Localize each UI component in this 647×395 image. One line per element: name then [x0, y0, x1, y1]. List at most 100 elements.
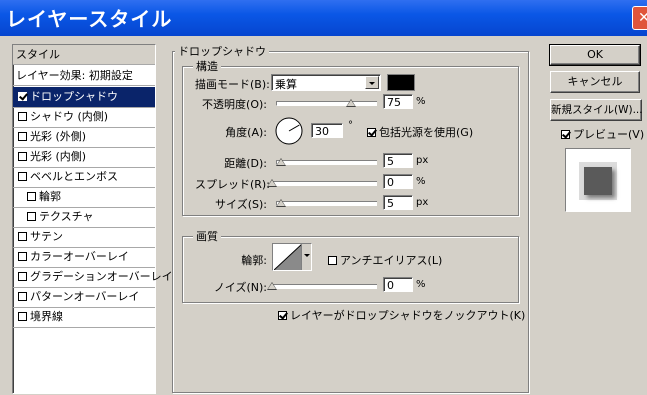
drop-shadow-title: ドロップシャドウ [175, 43, 269, 59]
style-item-checkbox[interactable] [18, 251, 27, 261]
noise-input[interactable]: 0 [383, 277, 413, 292]
style-list: スタイル レイヤー効果: 初期設定 ドロップシャドウ シャドウ (内側) 光彩 (外… [12, 44, 173, 394]
style-list-header: スタイル [13, 45, 155, 65]
style-item-label: シャドウ (内側) [30, 110, 109, 123]
angle-dial-icon [275, 117, 303, 145]
size-slider[interactable] [276, 201, 377, 206]
style-item-checkbox[interactable] [18, 111, 27, 121]
close-icon: ✕ [638, 10, 647, 26]
preview-swatch [584, 167, 612, 195]
style-item[interactable]: テクスチャ [13, 207, 155, 228]
style-item[interactable]: 輪郭 [13, 187, 155, 208]
style-item[interactable]: シャドウ (内側) [13, 107, 155, 128]
spread-input[interactable]: 0 [383, 174, 413, 189]
style-item-label: 境界線 [30, 310, 63, 323]
style-item-label: 輪郭 [39, 190, 61, 203]
style-item-label: カラーオーバーレイ [30, 250, 129, 263]
style-item-label: 光彩 (外側) [30, 130, 87, 143]
style-item-checkbox[interactable] [18, 171, 27, 181]
distance-slider[interactable] [276, 160, 377, 165]
new-style-button[interactable]: 新規スタイル(W)... [550, 99, 643, 121]
style-item[interactable]: 光彩 (外側) [13, 127, 155, 148]
style-item[interactable]: 光彩 (内側) [13, 147, 155, 168]
style-item[interactable]: ベベルとエンボス [13, 167, 155, 188]
noise-slider-handle[interactable] [267, 282, 277, 290]
quality-title: 画質 [193, 228, 221, 244]
style-item[interactable]: パターンオーバーレイ [13, 287, 155, 308]
style-item-label: サテン [30, 230, 63, 243]
style-item-checkbox[interactable] [18, 311, 27, 321]
style-item[interactable]: サテン [13, 227, 155, 248]
style-item-checkbox[interactable] [27, 191, 36, 201]
contour-linear-icon [274, 244, 302, 270]
knockout-check-icon[interactable] [278, 310, 287, 320]
spread-label: スプレッド(R): [195, 178, 270, 191]
chevron-down-icon[interactable] [301, 244, 311, 270]
style-item[interactable]: 境界線 [13, 307, 155, 328]
preview-checkbox[interactable]: プレビュー(V) [561, 126, 644, 142]
style-item-label: グラデーションオーバーレイ [30, 270, 173, 283]
style-item-checkbox[interactable] [18, 131, 27, 141]
size-label: サイズ(S): [215, 198, 267, 211]
preview-label: プレビュー(V) [573, 128, 645, 141]
style-item[interactable]: グラデーションオーバーレイ [13, 267, 173, 288]
blend-mode-value: 乗算 [275, 78, 297, 91]
size-input[interactable]: 5 [383, 195, 413, 210]
size-unit: px [416, 197, 429, 208]
style-item-checkbox[interactable] [18, 271, 27, 281]
style-item-checkbox[interactable] [18, 231, 27, 241]
opacity-unit: % [416, 96, 426, 107]
opacity-label: 不透明度(O): [202, 98, 267, 111]
style-item-label: 光彩 (内側) [30, 150, 87, 163]
title-bar: レイヤースタイル ✕ [0, 0, 647, 36]
global-light-checkbox[interactable]: 包括光源を使用(G) [367, 124, 473, 140]
angle-input[interactable]: 30 [311, 123, 343, 138]
antialias-check-icon[interactable] [328, 255, 337, 265]
blend-mode-select[interactable]: 乗算 [271, 74, 381, 91]
global-light-check-icon[interactable] [367, 127, 376, 137]
style-item-label: ドロップシャドウ [30, 90, 118, 103]
cancel-button[interactable]: キャンセル [550, 71, 640, 93]
spread-slider[interactable] [272, 181, 377, 186]
spread-slider-handle[interactable] [267, 179, 277, 187]
close-button[interactable]: ✕ [632, 6, 647, 30]
style-item-checkbox[interactable] [18, 291, 27, 301]
distance-unit: px [416, 155, 429, 166]
preview-check-icon[interactable] [561, 129, 570, 139]
knockout-label: レイヤーがドロップシャドウをノックアウト(K) [290, 309, 526, 322]
style-item-blend-options[interactable]: レイヤー効果: 初期設定 [13, 66, 155, 86]
style-item-checkbox[interactable] [18, 91, 27, 101]
size-slider-handle[interactable] [276, 199, 286, 207]
blend-mode-label: 描画モード(B): [195, 78, 270, 91]
style-item-checkbox[interactable] [27, 211, 36, 221]
distance-input[interactable]: 5 [383, 153, 413, 168]
chevron-down-icon[interactable] [365, 76, 379, 89]
shadow-color-swatch[interactable] [387, 74, 415, 91]
contour-picker[interactable] [272, 243, 312, 271]
distance-label: 距離(D): [224, 157, 267, 170]
style-preview [565, 148, 631, 212]
knockout-checkbox[interactable]: レイヤーがドロップシャドウをノックアウト(K) [278, 307, 525, 323]
style-item[interactable]: ドロップシャドウ [13, 87, 155, 108]
window-title: レイヤースタイル [6, 7, 173, 31]
style-item-label: ベベルとエンボス [30, 170, 118, 183]
spread-unit: % [416, 176, 426, 187]
noise-slider[interactable] [272, 284, 377, 289]
ok-button[interactable]: OK [549, 44, 641, 66]
global-light-label: 包括光源を使用(G) [379, 126, 474, 139]
style-item-label: テクスチャ [39, 210, 94, 223]
distance-slider-handle[interactable] [276, 158, 286, 166]
angle-label: 角度(A): [225, 126, 267, 139]
noise-label: ノイズ(N): [213, 281, 267, 294]
angle-dial[interactable] [274, 116, 304, 146]
opacity-input[interactable]: 75 [383, 94, 413, 109]
antialias-checkbox[interactable]: アンチエイリアス(L) [328, 252, 442, 268]
style-item[interactable]: カラーオーバーレイ [13, 247, 155, 268]
style-item-checkbox[interactable] [18, 151, 27, 161]
opacity-slider-handle[interactable] [346, 99, 356, 107]
antialias-label: アンチエイリアス(L) [340, 254, 443, 267]
angle-unit: ° [348, 120, 353, 131]
noise-unit: % [416, 279, 426, 290]
opacity-slider[interactable] [276, 101, 377, 106]
style-item-label: パターンオーバーレイ [30, 290, 140, 303]
